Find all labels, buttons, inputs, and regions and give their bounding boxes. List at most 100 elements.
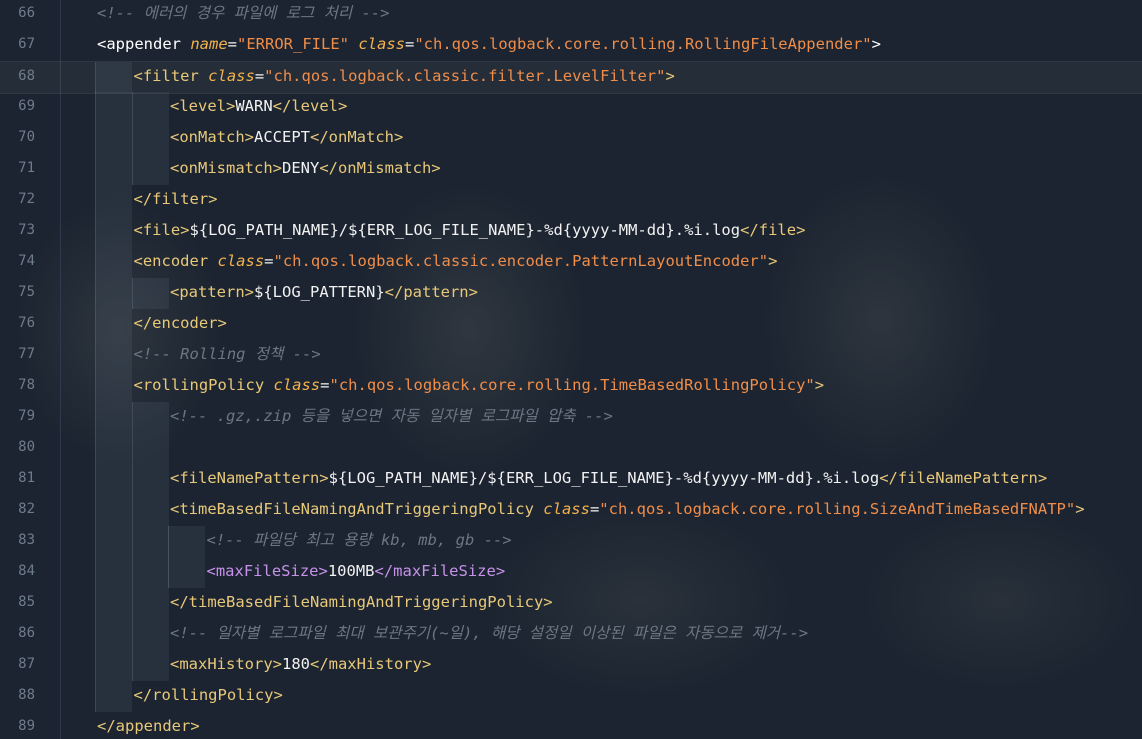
code-text[interactable]: </encoder> [134,309,227,338]
code-comment: <!-- 파일당 최고 용량 kb, mb, gb --> [206,531,512,549]
indent-guide [131,495,169,526]
code-line[interactable]: 76 </encoder> [0,309,1142,340]
code-line[interactable]: 66 <!-- 에러의 경우 파일에 로그 처리 --> [0,0,1142,30]
code-line[interactable]: 77 <!-- Rolling 정책 --> [0,340,1142,371]
indent-guide [131,92,169,123]
code-text[interactable]: <appender name="ERROR_FILE" class="ch.qo… [97,30,881,59]
line-number: 76 [18,315,35,331]
code-token: <appender [97,35,191,53]
code-line[interactable]: 86 <!-- 일자별 로그파일 최대 보관주기(~일), 해당 설정일 이상된 … [0,619,1142,650]
code-line[interactable]: 71 <onMismatch>DENY</onMismatch> [0,154,1142,185]
code-text[interactable]: </timeBasedFileNamingAndTriggeringPolicy… [170,588,553,617]
indent-guide [131,433,169,464]
code-token: > [768,252,778,270]
code-text[interactable]: <filter class="ch.qos.logback.classic.fi… [134,62,675,91]
code-token: "ch.qos.logback.core.rolling.RollingFile… [414,35,872,53]
line-number: 79 [18,408,35,424]
code-line[interactable]: 68 <filter class="ch.qos.logback.classic.… [0,61,1142,94]
code-line[interactable]: 73 <file>${LOG_PATH_NAME}/${ERR_LOG_FILE_… [0,216,1142,247]
code-token: "ch.qos.logback.classic.encoder.PatternL… [273,252,769,270]
code-text[interactable]: <fileNamePattern>${LOG_PATH_NAME}/${ERR_… [170,464,1047,493]
line-number: 77 [18,346,35,362]
indent-guide [95,92,132,123]
indent-guide [168,526,205,557]
line-number: 75 [18,284,35,300]
indent-guide [131,588,169,619]
code-text[interactable]: <maxHistory>180</maxHistory> [170,650,431,679]
code-text[interactable]: </filter> [134,185,218,214]
code-text[interactable]: <file>${LOG_PATH_NAME}/${ERR_LOG_FILE_NA… [134,216,806,245]
code-token: class [358,35,405,53]
code-text[interactable]: <encoder class="ch.qos.logback.classic.e… [134,247,778,276]
code-line[interactable]: 89 </appender> [0,712,1142,739]
code-text[interactable]: <maxFileSize>100MB</maxFileSize> [207,557,506,586]
code-comment: <!-- Rolling 정책 --> [133,345,321,363]
code-line[interactable]: 88 </rollingPolicy> [0,681,1142,712]
indent-guide [168,557,205,588]
indent-guide [131,154,169,185]
code-line[interactable]: 74 <encoder class="ch.qos.logback.classic… [0,247,1142,278]
code-token: "ch.qos.logback.core.rolling.TimeBasedRo… [329,376,815,394]
code-text[interactable]: <!-- Rolling 정책 --> [134,340,321,369]
code-token: </maxHistory> [309,655,432,673]
code-token: </appender> [97,717,200,735]
indent-guide [95,464,132,495]
code-token: class [217,252,265,270]
code-token: <onMismatch> [170,159,282,177]
code-line[interactable]: 70 <onMatch>ACCEPT</onMatch> [0,123,1142,154]
code-line[interactable]: 87 <maxHistory>180</maxHistory> [0,650,1142,681]
code-text[interactable]: </appender> [97,712,200,739]
indent-guide [131,278,169,309]
code-line[interactable]: 83 <!-- 파일당 최고 용량 kb, mb, gb --> [0,526,1142,557]
code-token: </maxFileSize> [374,562,506,580]
line-number: 80 [18,439,35,455]
code-line[interactable]: 67 <appender name="ERROR_FILE" class="ch.… [0,30,1142,61]
code-line[interactable]: 85 </timeBasedFileNamingAndTriggeringPoli… [0,588,1142,619]
line-number: 78 [18,377,35,393]
code-line[interactable]: 84 <maxFileSize>100MB</maxFileSize> [0,557,1142,588]
code-editor[interactable]: 66 <!-- 에러의 경우 파일에 로그 처리 --> 67 <appender n… [0,0,1142,739]
code-token: <rollingPolicy [133,376,274,394]
code-token: "ERROR_FILE" [237,35,359,53]
code-token: <timeBasedFileNamingAndTriggeringPolicy [170,500,544,518]
code-token: <pattern> [170,283,254,301]
code-text[interactable]: <onMismatch>DENY</onMismatch> [170,154,441,183]
code-token: ACCEPT [254,128,310,146]
code-text[interactable]: </rollingPolicy> [134,681,283,710]
code-token: 180 [281,655,310,673]
line-number: 89 [18,718,35,734]
code-line[interactable]: 81 <fileNamePattern>${LOG_PATH_NAME}/${ER… [0,464,1142,495]
code-text[interactable]: <!-- .gz,.zip 등을 넣으면 자동 일자별 로그파일 압축 --> [170,402,613,431]
code-line[interactable]: 72 </filter> [0,185,1142,216]
indent-guide [95,62,132,93]
code-line[interactable]: 75 <pattern>${LOG_PATTERN}</pattern> [0,278,1142,309]
indent-guide [131,464,169,495]
line-number: 83 [18,532,35,548]
code-text[interactable]: <onMatch>ACCEPT</onMatch> [170,123,403,152]
code-comment: <!-- 에러의 경우 파일에 로그 처리 --> [97,4,390,22]
indent-guide [131,526,169,557]
code-line[interactable]: 69 <level>WARN</level> [0,92,1142,123]
code-token: > [814,376,825,394]
code-token: class [273,376,321,394]
code-text[interactable]: <timeBasedFileNamingAndTriggeringPolicy … [170,495,1085,524]
code-text[interactable]: <!-- 에러의 경우 파일에 로그 처리 --> [97,0,389,28]
code-line[interactable]: 80 [0,433,1142,464]
line-number: 68 [18,68,35,84]
code-text[interactable]: <!-- 파일당 최고 용량 kb, mb, gb --> [207,526,512,555]
code-token: </onMatch> [310,128,404,146]
code-token: WARN [235,97,273,115]
code-line[interactable]: 79 <!-- .gz,.zip 등을 넣으면 자동 일자별 로그파일 압축 --… [0,402,1142,433]
code-line[interactable]: 78 <rollingPolicy class="ch.qos.logback.c… [0,371,1142,402]
code-token: </level> [272,97,348,115]
indent-guide [95,588,132,619]
line-number: 72 [18,191,35,207]
code-text[interactable]: <level>WARN</level> [170,92,347,121]
code-text[interactable]: <!-- 일자별 로그파일 최대 보관주기(~일), 해당 설정일 이상된 파일… [170,619,808,648]
code-text[interactable]: <rollingPolicy class="ch.qos.logback.cor… [134,371,825,400]
code-token: = [254,67,265,85]
code-token: = [320,376,330,394]
code-line[interactable]: 82 <timeBasedFileNamingAndTriggeringPolic… [0,495,1142,526]
code-text[interactable]: <pattern>${LOG_PATTERN}</pattern> [170,278,478,307]
code-token: <maxFileSize> [206,562,328,580]
